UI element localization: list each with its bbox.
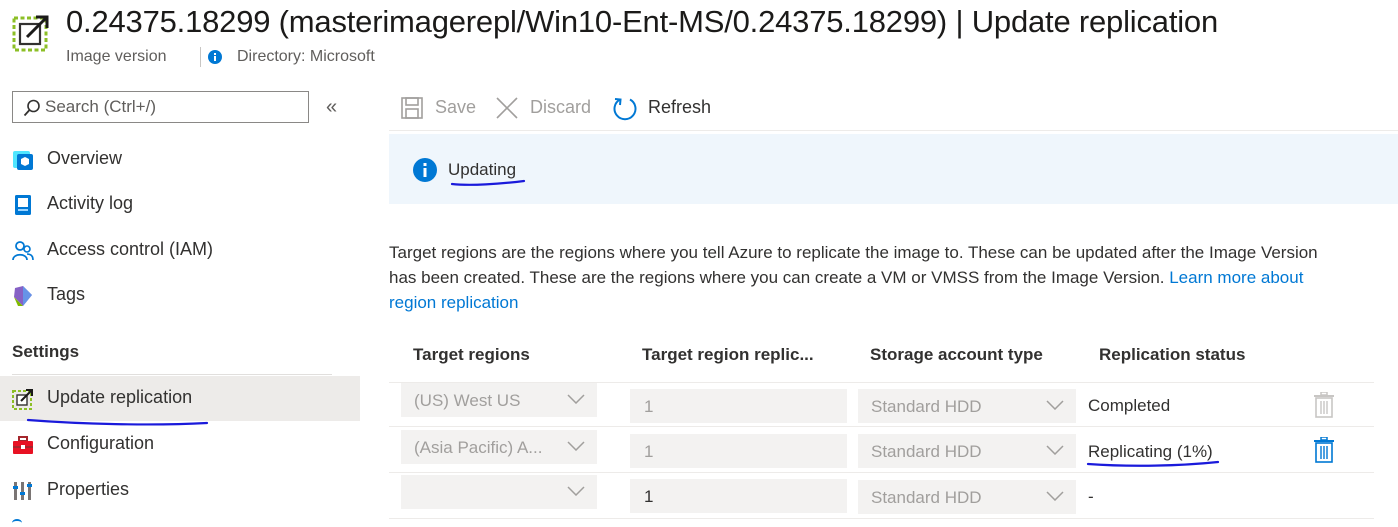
properties-icon bbox=[13, 482, 32, 500]
collapse-sidebar-button[interactable]: « bbox=[326, 96, 337, 119]
toolbox-icon bbox=[13, 436, 33, 454]
save-label: Save bbox=[435, 97, 477, 117]
sidebar-item-properties[interactable]: Properties bbox=[0, 468, 360, 512]
sidebar-item-label: Properties bbox=[47, 479, 130, 499]
search-icon bbox=[23, 99, 40, 117]
description: Target regions are the regions where you… bbox=[389, 240, 1349, 315]
storage-type-dropdown[interactable]: Standard HDD bbox=[858, 480, 1076, 514]
column-header-replica-count: Target region replic... bbox=[642, 345, 814, 364]
discard-button[interactable]: Discard bbox=[495, 92, 595, 124]
tag-icon bbox=[14, 286, 32, 306]
refresh-icon bbox=[613, 98, 637, 121]
chevron-down-icon bbox=[567, 441, 585, 451]
input-value: 1 bbox=[644, 487, 654, 506]
search-input[interactable] bbox=[45, 96, 303, 118]
delete-icon[interactable] bbox=[1313, 392, 1335, 418]
discard-label: Discard bbox=[530, 97, 592, 117]
activity-log-icon bbox=[15, 195, 31, 215]
replica-count-input[interactable]: 1 bbox=[630, 479, 847, 513]
update-replication-icon bbox=[12, 389, 33, 410]
row-divider bbox=[389, 472, 1374, 473]
row-divider bbox=[389, 518, 1374, 519]
sidebar-item-label: Access control (IAM) bbox=[47, 239, 214, 259]
save-button[interactable]: Save bbox=[400, 92, 480, 124]
target-region-dropdown[interactable] bbox=[401, 475, 597, 509]
replication-status: Completed bbox=[1088, 396, 1171, 415]
chevron-down-icon bbox=[1046, 491, 1064, 501]
update-replication-icon bbox=[12, 12, 52, 52]
directory-label: Directory: Microsoft bbox=[237, 48, 375, 65]
sidebar-item-label: Update replication bbox=[47, 387, 193, 407]
page-title: 0.24375.18299 (masterimagerepl/Win10-Ent… bbox=[66, 4, 1218, 39]
section-divider bbox=[12, 374, 332, 375]
dropdown-value: Standard HDD bbox=[871, 488, 982, 507]
dropdown-value: Standard HDD bbox=[871, 442, 982, 461]
sidebar-item-label: Tags bbox=[47, 284, 86, 304]
banner-text: Updating bbox=[448, 160, 517, 179]
input-value: 1 bbox=[644, 442, 654, 461]
sidebar-item-label: Activity log bbox=[47, 193, 134, 213]
close-icon bbox=[496, 97, 518, 119]
resource-type-label: Image version bbox=[66, 48, 167, 65]
toolbar-divider bbox=[389, 130, 1398, 131]
target-region-dropdown[interactable]: (US) West US bbox=[401, 383, 597, 417]
header-divider bbox=[200, 47, 201, 67]
dropdown-value: (US) West US bbox=[414, 391, 521, 410]
settings-section-heading: Settings bbox=[12, 342, 80, 361]
info-icon bbox=[208, 50, 222, 64]
sidebar-item-activity-log[interactable]: Activity log bbox=[0, 182, 360, 226]
replica-count-input[interactable]: 1 bbox=[630, 434, 847, 468]
delete-icon[interactable] bbox=[1313, 437, 1335, 463]
replica-count-input[interactable]: 1 bbox=[630, 389, 847, 423]
sidebar-item-overview[interactable]: Overview bbox=[0, 137, 360, 181]
column-header-storage-type: Storage account type bbox=[870, 345, 1043, 364]
replication-status: Replicating (1%) bbox=[1088, 442, 1213, 461]
refresh-button[interactable]: Refresh bbox=[612, 92, 712, 124]
status-banner: Updating bbox=[389, 134, 1398, 204]
chevron-down-icon bbox=[1046, 445, 1064, 455]
row-divider bbox=[389, 426, 1374, 427]
sidebar-search[interactable] bbox=[12, 91, 309, 123]
chevron-down-icon bbox=[1046, 400, 1064, 410]
sidebar-item-label: Configuration bbox=[47, 433, 155, 453]
sidebar-item-update-replication[interactable]: Update replication bbox=[0, 376, 360, 421]
refresh-label: Refresh bbox=[648, 97, 712, 117]
replication-status: - bbox=[1088, 487, 1094, 506]
info-icon bbox=[413, 158, 437, 182]
column-header-replication-status: Replication status bbox=[1099, 345, 1246, 364]
target-region-dropdown[interactable]: (Asia Pacific) A... bbox=[401, 430, 597, 464]
column-header-target-regions: Target regions bbox=[413, 345, 530, 364]
save-icon bbox=[401, 97, 423, 119]
sidebar-item-access-control[interactable]: Access control (IAM) bbox=[0, 228, 360, 272]
dropdown-value: (Asia Pacific) A... bbox=[414, 438, 543, 457]
dropdown-value: Standard HDD bbox=[871, 397, 982, 416]
chevron-down-icon bbox=[567, 486, 585, 496]
storage-type-dropdown[interactable]: Standard HDD bbox=[858, 389, 1076, 423]
chevron-down-icon bbox=[567, 394, 585, 404]
next-item-icon bbox=[12, 519, 22, 527]
storage-type-dropdown[interactable]: Standard HDD bbox=[858, 434, 1076, 468]
image-version-icon bbox=[13, 151, 33, 170]
people-icon bbox=[12, 241, 34, 261]
sidebar-item-tags[interactable]: Tags bbox=[0, 273, 360, 317]
input-value: 1 bbox=[644, 397, 654, 416]
sidebar-item-configuration[interactable]: Configuration bbox=[0, 422, 360, 466]
sidebar-item-label: Overview bbox=[47, 148, 123, 168]
